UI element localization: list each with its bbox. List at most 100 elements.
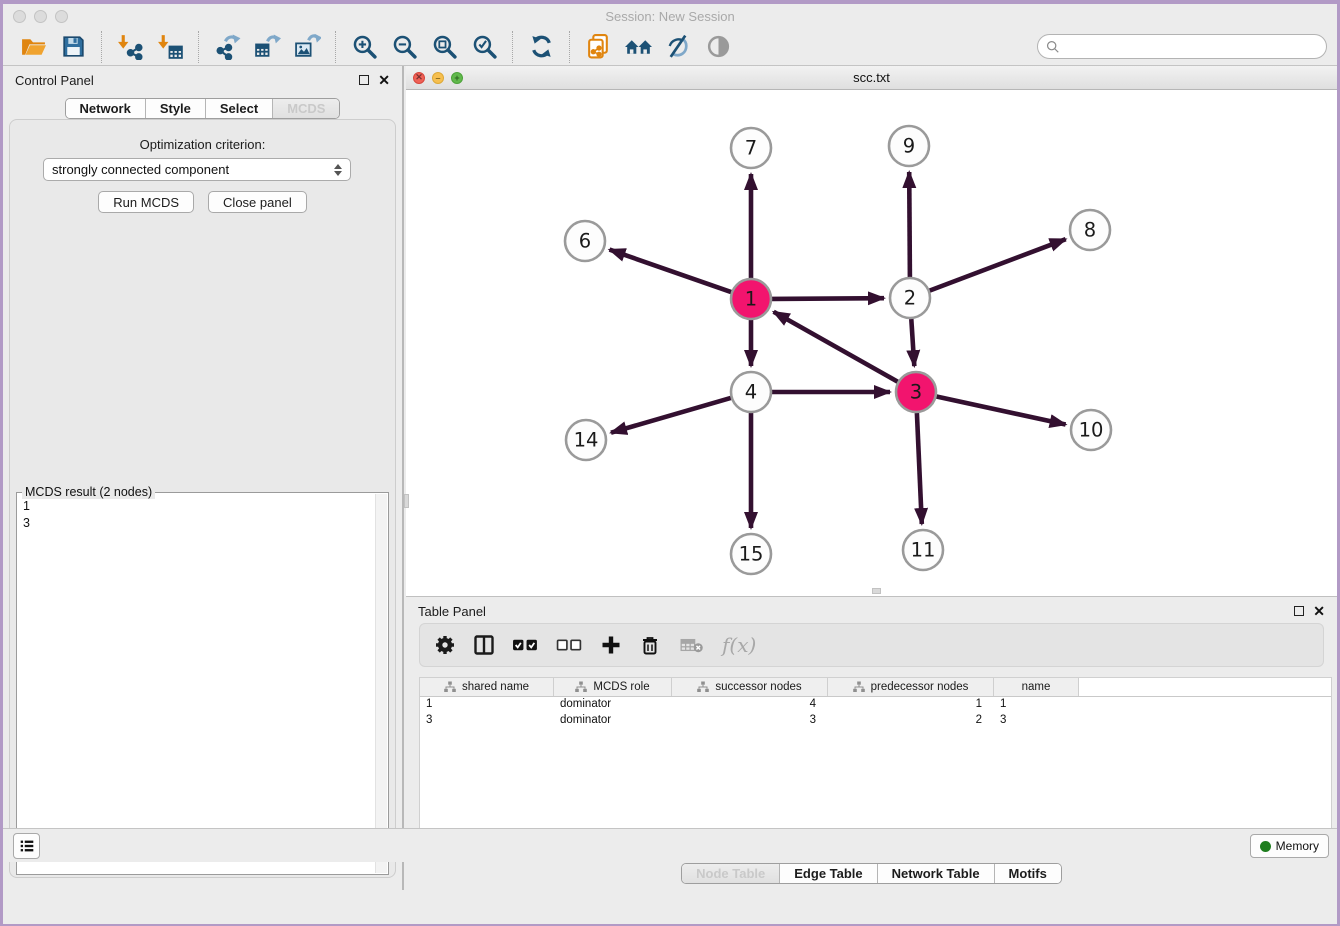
table-cell[interactable]: 3 [420,713,554,729]
close-panel-button[interactable]: Close panel [208,191,307,213]
table-row[interactable]: 1dominator411 [420,697,1331,713]
edge-3-11[interactable] [917,413,922,524]
optimization-criterion-select[interactable]: strongly connected component [43,158,351,181]
float-panel-icon[interactable] [359,75,369,85]
table-cell[interactable]: 3 [994,713,1079,729]
control-panel-tab-style[interactable]: Style [145,99,205,118]
edge-2-3[interactable] [911,319,914,366]
column-header-MCDS-role[interactable]: MCDS role [554,678,672,696]
splitter-grip-vertical[interactable] [404,494,409,508]
table-cell[interactable]: 1 [828,697,994,713]
delete-row-icon[interactable] [639,634,661,656]
float-table-panel-icon[interactable] [1294,606,1304,616]
memory-button[interactable]: Memory [1250,834,1329,858]
network-graph[interactable]: 7 9 6 8 1 2 4 3 14 10 15 11 [406,90,1338,596]
node-1[interactable]: 1 [731,279,771,319]
table-cell[interactable]: 3 [672,713,828,729]
column-header-successor-nodes[interactable]: successor nodes [672,678,828,696]
clone-network-icon[interactable] [583,32,613,62]
add-column-icon[interactable] [600,634,622,656]
table-cell[interactable]: dominator [554,713,672,729]
result-scrollbar[interactable] [375,494,387,873]
open-session-icon[interactable] [18,32,48,62]
edge-2-9[interactable] [909,172,910,277]
memory-label: Memory [1276,839,1319,853]
zoom-in-icon[interactable] [349,32,379,62]
table-panel-tab-motifs[interactable]: Motifs [994,864,1061,883]
first-neighbors-icon[interactable] [623,32,653,62]
node-8[interactable]: 8 [1070,210,1110,250]
table-cell[interactable]: 1 [420,697,554,713]
node-4[interactable]: 4 [731,372,771,412]
control-panel-tab-select[interactable]: Select [205,99,272,118]
table-panel-tab-network-table[interactable]: Network Table [877,864,994,883]
search-box[interactable] [1037,34,1327,59]
column-header-shared-name[interactable]: shared name [420,678,554,696]
application-window: Session: New Session Control Panel ✕ Net… [3,4,1337,924]
node-14[interactable]: 14 [566,420,606,460]
edge-1-6[interactable] [610,250,732,293]
optimization-criterion-label: Optimization criterion: [10,137,395,152]
toolbar-divider [335,31,336,63]
zoom-selected-icon[interactable] [469,32,499,62]
close-table-panel-icon[interactable]: ✕ [1313,606,1325,616]
export-table-icon[interactable] [252,32,282,62]
table-panel-tab-node-table[interactable]: Node Table [682,864,779,883]
table-mode-gear-icon[interactable] [434,634,456,656]
refresh-icon[interactable] [526,32,556,62]
unselect-all-checkboxes-icon[interactable] [556,636,583,654]
table-cell[interactable]: 2 [828,713,994,729]
table-panel-tabgroup: Node TableEdge TableNetwork TableMotifs [681,863,1062,884]
edge-2-8[interactable] [930,239,1066,290]
svg-text:14: 14 [574,429,599,452]
table-panel-tab-edge-table[interactable]: Edge Table [779,864,876,883]
control-panel-tab-mcds[interactable]: MCDS [272,99,339,118]
mcds-result-text[interactable]: 1 3 [19,495,374,872]
node-2[interactable]: 2 [890,278,930,318]
delete-column-disabled-icon [678,636,705,654]
network-window-titlebar: ✕ – + scc.txt [406,66,1337,90]
node-10[interactable]: 10 [1071,410,1111,450]
edge-3-1[interactable] [774,312,898,382]
control-panel-tab-network[interactable]: Network [66,99,145,118]
table-cell[interactable]: 1 [994,697,1079,713]
splitter-grip-horizontal[interactable] [872,588,881,594]
column-selector-icon[interactable] [473,634,495,656]
task-history-button[interactable] [13,833,40,859]
export-network-icon[interactable] [212,32,242,62]
edge-3-10[interactable] [937,397,1066,425]
hide-graphics-details-icon[interactable] [663,32,693,62]
node-3[interactable]: 3 [896,372,936,412]
save-session-icon[interactable] [58,32,88,62]
edge-4-14[interactable] [611,398,731,433]
node-15[interactable]: 15 [731,534,771,574]
zoom-fit-icon[interactable] [429,32,459,62]
svg-text:15: 15 [739,543,764,566]
network-title: scc.txt [406,70,1337,85]
import-table-icon[interactable] [155,32,185,62]
column-header-name[interactable]: name [994,678,1079,696]
zoom-out-icon[interactable] [389,32,419,62]
svg-text:1: 1 [745,288,757,311]
network-canvas[interactable]: 7 9 6 8 1 2 4 3 14 10 15 11 [406,90,1337,596]
search-input[interactable] [1065,40,1318,54]
node-11[interactable]: 11 [903,530,943,570]
svg-text:8: 8 [1084,219,1096,242]
table-row[interactable]: 3dominator323 [420,713,1331,729]
optimization-criterion-value: strongly connected component [52,162,229,177]
sort-icon [853,681,865,693]
column-header-predecessor-nodes[interactable]: predecessor nodes [828,678,994,696]
export-image-icon[interactable] [292,32,322,62]
sort-icon [697,681,709,693]
table-cell[interactable]: 4 [672,697,828,713]
table-cell[interactable]: dominator [554,697,672,713]
run-mcds-button[interactable]: Run MCDS [98,191,194,213]
import-network-icon[interactable] [115,32,145,62]
select-all-checkboxes-icon[interactable] [512,636,539,654]
close-panel-icon[interactable]: ✕ [378,75,390,85]
node-9[interactable]: 9 [889,126,929,166]
node-7[interactable]: 7 [731,128,771,168]
node-6[interactable]: 6 [565,221,605,261]
edge-1-2[interactable] [772,298,884,299]
control-panel-title: Control Panel [15,73,94,88]
